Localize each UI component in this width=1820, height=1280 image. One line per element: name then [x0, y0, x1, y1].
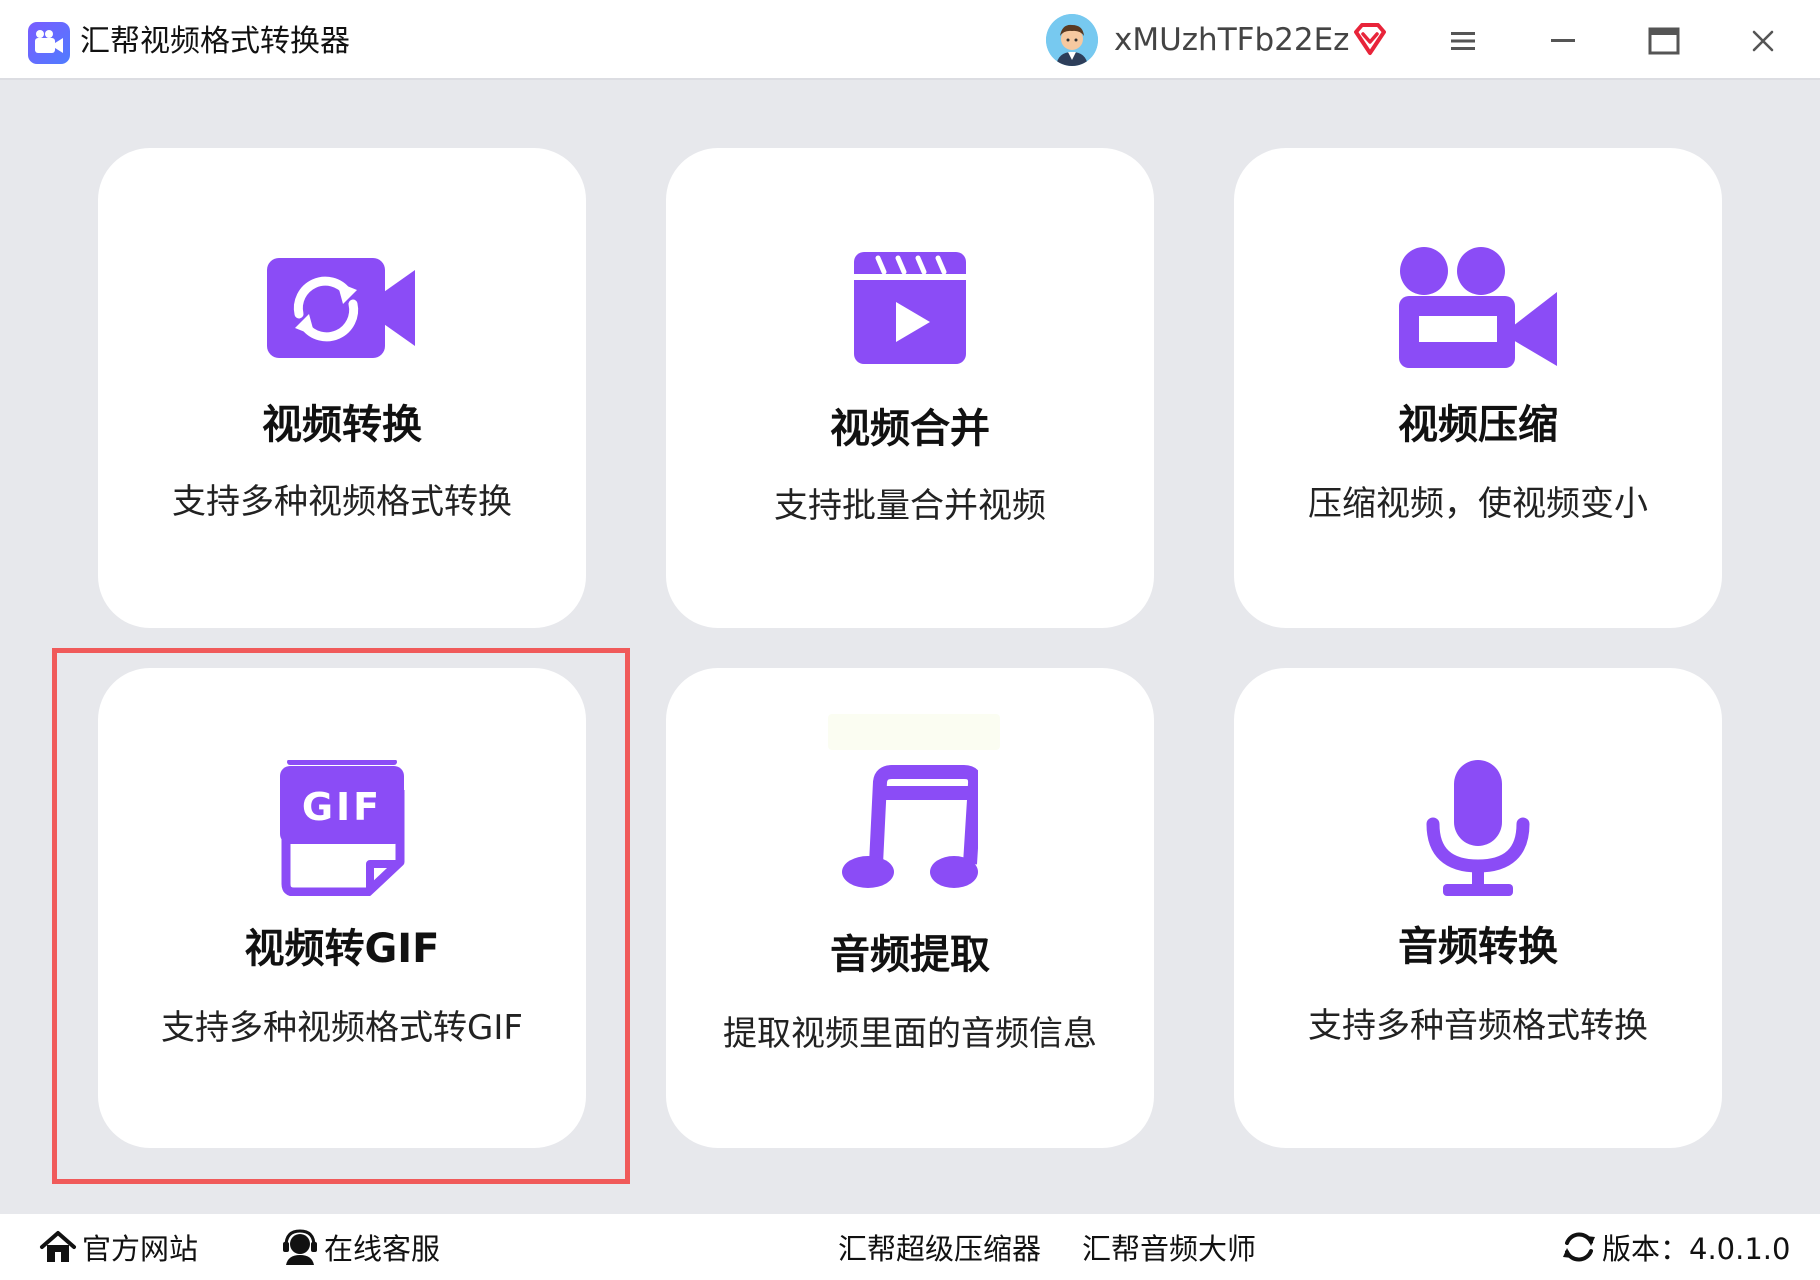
card-description: 压缩视频，使视频变小 — [1308, 484, 1648, 524]
card-description: 提取视频里面的音频信息 — [723, 1014, 1097, 1054]
video-camera-icon — [1234, 246, 1722, 370]
app-logo-icon — [28, 22, 70, 64]
menu-button[interactable] — [1440, 18, 1486, 64]
microphone-icon — [1234, 758, 1722, 898]
super-compressor-link[interactable]: 汇帮超级压缩器 — [838, 1224, 1041, 1270]
title-bar: 汇帮视频格式转换器 xMUzhTFb22Ez — [0, 0, 1820, 80]
clapperboard-play-icon — [666, 250, 1154, 366]
card-description: 支持多种音频格式转换 — [1308, 1006, 1648, 1046]
card-title: 视频压缩 — [1398, 402, 1558, 448]
app-title: 汇帮视频格式转换器 — [80, 24, 350, 59]
card-video-merge[interactable]: 视频合并 支持批量合并视频 — [666, 148, 1154, 628]
card-title: 音频转换 — [1398, 924, 1558, 970]
maximize-icon — [1648, 27, 1680, 55]
close-icon — [1752, 30, 1774, 52]
vip-diamond-icon[interactable] — [1352, 22, 1388, 56]
minimize-icon — [1551, 39, 1575, 42]
card-video-compress[interactable]: 视频压缩 压缩视频，使视频变小 — [1234, 148, 1722, 628]
minimize-button[interactable] — [1540, 18, 1586, 64]
music-note-icon — [666, 764, 1154, 892]
video-convert-icon — [98, 256, 586, 360]
status-bar: 官方网站 在线客服 汇帮超级压缩器 汇帮音频大师 版本：4.0.1.0 — [0, 1214, 1820, 1280]
service-label: 在线客服 — [324, 1232, 441, 1266]
customer-service-icon — [283, 1229, 317, 1265]
faint-watermark — [828, 714, 1000, 750]
official-website-link[interactable]: 官方网站 — [38, 1224, 198, 1270]
website-label: 官方网站 — [82, 1232, 199, 1266]
selection-highlight-frame — [52, 648, 630, 1184]
card-title: 音频提取 — [830, 932, 990, 978]
card-title: 视频合并 — [830, 406, 990, 452]
card-video-convert[interactable]: 视频转换 支持多种视频格式转换 — [98, 148, 586, 628]
hamburger-icon — [1451, 32, 1475, 50]
close-button[interactable] — [1740, 18, 1786, 64]
version-label: 版本：4.0.1.0 — [1602, 1232, 1791, 1266]
version-check[interactable]: 版本：4.0.1.0 — [1560, 1224, 1790, 1270]
audio-master-link[interactable]: 汇帮音频大师 — [1082, 1224, 1256, 1270]
card-description: 支持多种视频格式转换 — [172, 482, 512, 522]
home-icon — [40, 1231, 76, 1262]
maximize-button[interactable] — [1641, 18, 1687, 64]
audio-master-label: 汇帮音频大师 — [1082, 1232, 1257, 1266]
card-description: 支持批量合并视频 — [774, 486, 1046, 526]
card-audio-convert[interactable]: 音频转换 支持多种音频格式转换 — [1234, 668, 1722, 1148]
card-title: 视频转换 — [262, 402, 422, 448]
refresh-icon — [1563, 1232, 1595, 1262]
username-label[interactable]: xMUzhTFb22Ez — [1114, 18, 1349, 62]
compressor-label: 汇帮超级压缩器 — [838, 1232, 1042, 1266]
online-service-link[interactable]: 在线客服 — [280, 1224, 440, 1270]
user-avatar[interactable] — [1046, 14, 1098, 66]
